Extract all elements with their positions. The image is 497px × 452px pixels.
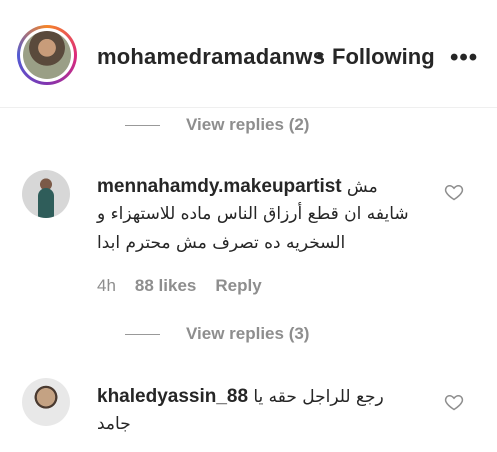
like-heart-icon[interactable] <box>444 392 464 412</box>
comment-text-line: السخريه ده تصرف مش محترم ابدا <box>97 233 346 253</box>
following-button[interactable]: Following <box>332 44 435 70</box>
separator-dot: • <box>316 44 324 69</box>
post-header: mohamedramadanws • Following ••• <box>0 0 497 108</box>
view-replies-toggle[interactable]: View replies (3) <box>125 324 309 344</box>
comment-text-start: رجع للراجل حقه يا <box>253 387 384 407</box>
comment-time[interactable]: 4h <box>97 276 116 296</box>
comment-text: جامد <box>97 410 157 439</box>
replies-divider-line <box>125 333 160 335</box>
comment-text: شايفه ان قطع أرزاق الناس ماده للاستهزاء … <box>97 200 417 258</box>
comment-text-start: مش <box>346 177 378 197</box>
like-heart-icon[interactable] <box>444 182 464 202</box>
view-replies-label[interactable]: View replies (3) <box>186 324 309 344</box>
reply-button[interactable]: Reply <box>215 276 261 296</box>
comment-meta: 4h 88 likes Reply <box>97 276 262 296</box>
view-replies-label[interactable]: View replies (2) <box>186 115 309 135</box>
comment-header-line: khaledyassin_88 رجع للراجل حقه يا <box>97 386 384 408</box>
comment-text-line: شايفه ان قطع أرزاق الناس ماده للاستهزاء … <box>97 204 409 224</box>
more-options-icon[interactable]: ••• <box>450 44 478 72</box>
post-username[interactable]: mohamedramadanws <box>97 44 325 70</box>
commenter-avatar[interactable] <box>22 378 70 426</box>
profile-avatar[interactable] <box>17 25 77 85</box>
comment-username[interactable]: khaledyassin_88 <box>97 386 248 407</box>
comment-header-line: mennahamdy.makeupartist مش <box>97 176 378 198</box>
avatar-image <box>23 31 71 79</box>
comment-likes[interactable]: 88 likes <box>135 276 196 296</box>
comment-text-line: جامد <box>97 414 131 434</box>
replies-divider-line <box>125 124 160 126</box>
view-replies-toggle[interactable]: View replies (2) <box>125 115 309 135</box>
commenter-avatar[interactable] <box>22 170 70 218</box>
comment-username[interactable]: mennahamdy.makeupartist <box>97 176 342 197</box>
